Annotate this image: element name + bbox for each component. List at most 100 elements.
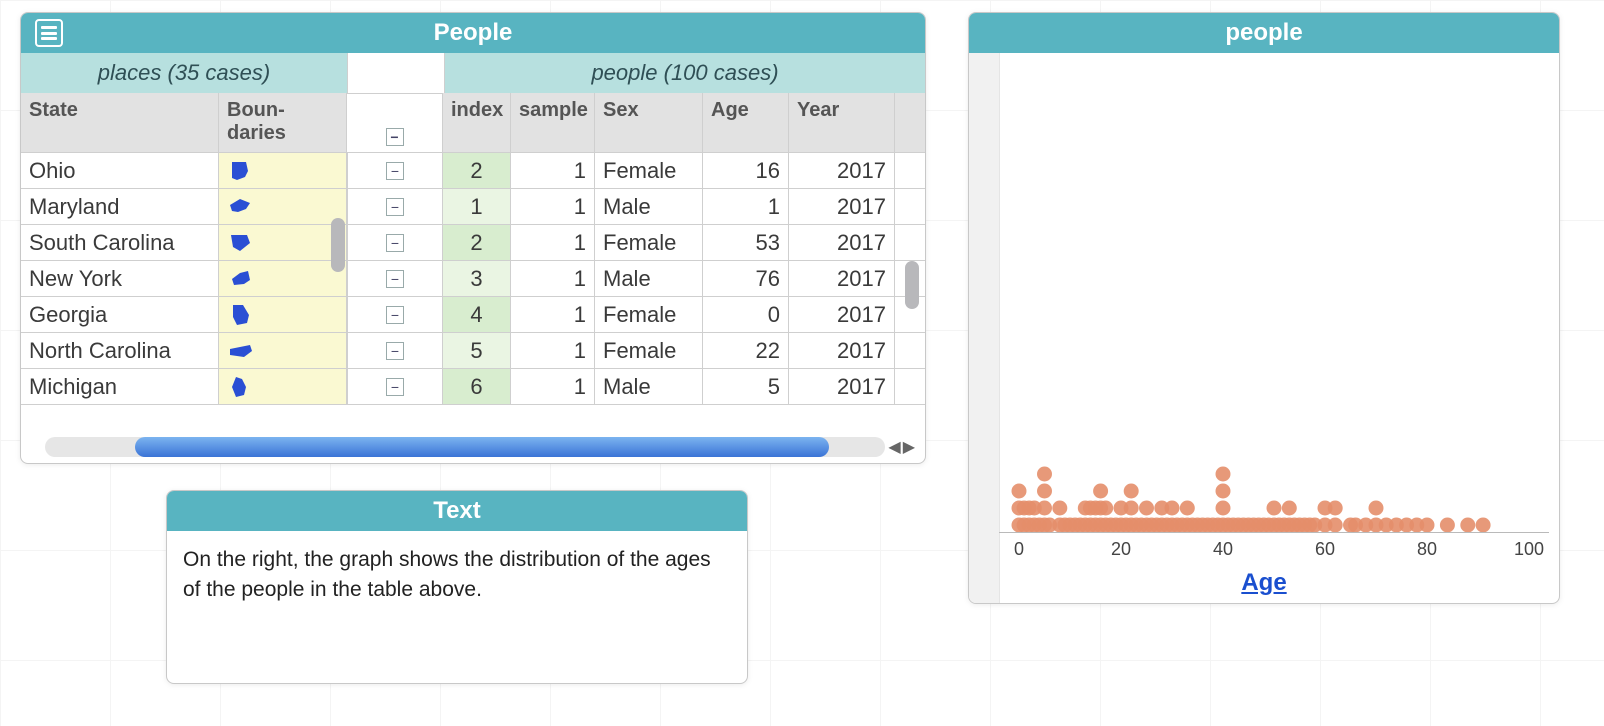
col-header-index[interactable]: index (443, 93, 511, 153)
sample-cell[interactable]: 1 (511, 189, 595, 225)
age-cell[interactable]: 0 (703, 297, 789, 333)
data-point[interactable] (1037, 467, 1052, 482)
text-tile-title-bar[interactable]: Text (167, 491, 747, 531)
collapse-cell[interactable]: − (347, 333, 443, 369)
data-point[interactable] (1124, 484, 1139, 499)
places-table-row[interactable]: South Carolina (21, 225, 347, 261)
people-table-row[interactable]: 21Female532017 (443, 225, 925, 261)
data-point[interactable] (1267, 501, 1282, 516)
data-point[interactable] (1460, 518, 1475, 533)
index-cell[interactable]: 2 (443, 153, 511, 189)
col-header-age[interactable]: Age (703, 93, 789, 153)
collapse-cell[interactable]: − (347, 225, 443, 261)
year-cell[interactable]: 2017 (789, 225, 895, 261)
graph-tile[interactable]: people 020406080100 Age (968, 12, 1560, 604)
data-point[interactable] (1216, 467, 1231, 482)
year-cell[interactable]: 2017 (789, 189, 895, 225)
col-header-state[interactable]: State (21, 93, 219, 153)
triangle-right-icon[interactable]: ▶ (903, 437, 915, 457)
data-point[interactable] (1328, 518, 1343, 533)
horizontal-scrollbar-track[interactable] (45, 437, 885, 457)
year-cell[interactable]: 2017 (789, 261, 895, 297)
data-point[interactable] (1124, 501, 1139, 516)
data-point[interactable] (1420, 518, 1435, 533)
age-cell[interactable]: 1 (703, 189, 789, 225)
places-table-row[interactable]: Georgia (21, 297, 347, 333)
data-point[interactable] (1440, 518, 1455, 533)
places-table-row[interactable]: Ohio (21, 153, 347, 189)
data-point[interactable] (1282, 501, 1297, 516)
collapse-cell[interactable]: − (347, 153, 443, 189)
graph-tile-title-bar[interactable]: people (969, 13, 1559, 53)
state-cell[interactable]: Michigan (21, 369, 219, 405)
table-view-icon[interactable] (35, 19, 63, 47)
right-vertical-scrollbar[interactable] (905, 261, 919, 309)
col-header-sample[interactable]: sample (511, 93, 595, 153)
data-point[interactable] (1216, 484, 1231, 499)
graph-area[interactable]: 020406080100 Age (969, 53, 1559, 603)
data-point[interactable] (1037, 501, 1052, 516)
scrollbar-arrows[interactable]: ◀ ▶ (888, 437, 915, 457)
col-header-sex[interactable]: Sex (595, 93, 703, 153)
minus-icon[interactable]: − (386, 162, 404, 180)
data-point[interactable] (1037, 484, 1052, 499)
sample-cell[interactable]: 1 (511, 261, 595, 297)
people-table-row[interactable]: 61Male52017 (443, 369, 925, 405)
year-cell[interactable]: 2017 (789, 333, 895, 369)
places-collection-header[interactable]: places (35 cases) (21, 53, 347, 93)
data-point[interactable] (1098, 501, 1113, 516)
age-cell[interactable]: 22 (703, 333, 789, 369)
state-cell[interactable]: Maryland (21, 189, 219, 225)
people-table-row[interactable]: 31Male762017 (443, 261, 925, 297)
data-point[interactable] (1476, 518, 1491, 533)
places-table-row[interactable]: North Carolina (21, 333, 347, 369)
age-cell[interactable]: 16 (703, 153, 789, 189)
year-cell[interactable]: 2017 (789, 297, 895, 333)
data-point[interactable] (1052, 501, 1067, 516)
data-point[interactable] (1180, 501, 1195, 516)
collapse-cell[interactable]: − (347, 369, 443, 405)
col-header-collapse[interactable]: − (347, 93, 443, 153)
data-point[interactable] (1216, 501, 1231, 516)
data-point[interactable] (1369, 501, 1384, 516)
data-point[interactable] (1165, 501, 1180, 516)
index-cell[interactable]: 3 (443, 261, 511, 297)
age-cell[interactable]: 53 (703, 225, 789, 261)
col-header-year[interactable]: Year (789, 93, 895, 153)
sample-cell[interactable]: 1 (511, 297, 595, 333)
sample-cell[interactable]: 1 (511, 225, 595, 261)
x-axis-label[interactable]: Age (969, 569, 1559, 597)
people-table-row[interactable]: 11Male12017 (443, 189, 925, 225)
age-cell[interactable]: 76 (703, 261, 789, 297)
data-point[interactable] (1093, 484, 1108, 499)
data-point[interactable] (1328, 501, 1343, 516)
places-table-row[interactable]: Michigan (21, 369, 347, 405)
text-tile[interactable]: Text On the right, the graph shows the d… (166, 490, 748, 684)
collapse-cell[interactable]: − (347, 189, 443, 225)
text-tile-body[interactable]: On the right, the graph shows the distri… (167, 531, 747, 620)
sample-cell[interactable]: 1 (511, 369, 595, 405)
people-tile-title-bar[interactable]: People (21, 13, 925, 53)
y-axis-drop-zone[interactable] (969, 53, 1000, 603)
sex-cell[interactable]: Female (595, 333, 703, 369)
x-axis-label-link[interactable]: Age (1241, 569, 1286, 596)
minus-icon[interactable]: − (386, 378, 404, 396)
sex-cell[interactable]: Female (595, 225, 703, 261)
dot-plot[interactable] (999, 57, 1549, 533)
data-point[interactable] (1139, 501, 1154, 516)
minus-icon[interactable]: − (386, 198, 404, 216)
boundary-cell[interactable] (219, 261, 347, 297)
state-cell[interactable]: Georgia (21, 297, 219, 333)
places-table-row[interactable]: Maryland (21, 189, 347, 225)
index-cell[interactable]: 5 (443, 333, 511, 369)
col-header-boundaries[interactable]: Boun- daries (219, 93, 347, 153)
boundary-cell[interactable] (219, 189, 347, 225)
index-cell[interactable]: 4 (443, 297, 511, 333)
triangle-left-icon[interactable]: ◀ (888, 437, 900, 457)
people-table-row[interactable]: 51Female222017 (443, 333, 925, 369)
minus-icon[interactable]: − (386, 306, 404, 324)
collapse-cell[interactable]: − (347, 261, 443, 297)
sample-cell[interactable]: 1 (511, 333, 595, 369)
minus-icon[interactable]: − (386, 270, 404, 288)
sex-cell[interactable]: Male (595, 369, 703, 405)
